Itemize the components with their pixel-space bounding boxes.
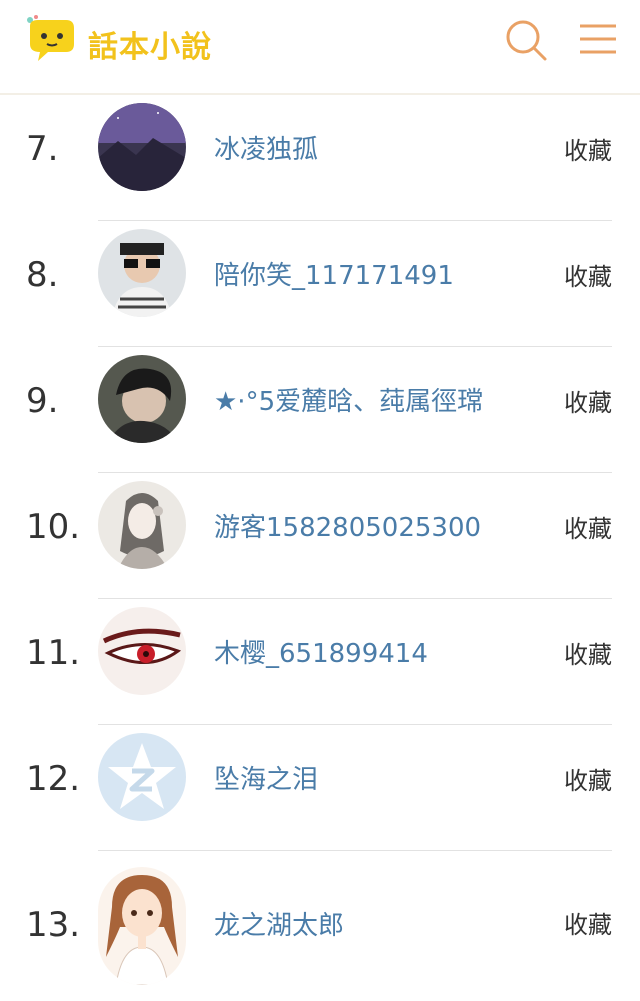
rank-number: 9. bbox=[26, 381, 59, 421]
rank-number: 13. bbox=[26, 905, 81, 945]
list-item[interactable]: 7. 冰凌独孤 收藏 bbox=[0, 95, 640, 221]
favorite-action[interactable]: 收藏 bbox=[564, 383, 612, 418]
rank-number: 11. bbox=[26, 633, 81, 673]
avatar[interactable] bbox=[98, 481, 186, 569]
avatar[interactable] bbox=[98, 607, 186, 695]
rank-number: 12. bbox=[26, 759, 81, 799]
favorites-ranking-list: 7. 冰凌独孤 收藏 8. 陪你笑_117171491 收藏 9. ★·°5爱麓… bbox=[0, 95, 640, 1001]
list-item[interactable]: 9. ★·°5爱麓晗、莼属徑瑺 收藏 bbox=[0, 347, 640, 473]
user-name-link[interactable]: 坠海之泪 bbox=[214, 759, 318, 796]
favorite-action[interactable]: 收藏 bbox=[564, 509, 612, 544]
user-name-link[interactable]: 冰凌独孤 bbox=[214, 129, 318, 166]
favorite-action[interactable]: 收藏 bbox=[564, 635, 612, 670]
list-item[interactable]: 13. 龙之湖太郎 收藏 bbox=[0, 851, 640, 1001]
avatar[interactable] bbox=[98, 229, 186, 317]
brand-title: 話本小說 bbox=[88, 30, 212, 65]
favorite-action[interactable]: 收藏 bbox=[564, 905, 612, 940]
avatar[interactable] bbox=[98, 733, 186, 821]
list-item[interactable]: 8. 陪你笑_117171491 收藏 bbox=[0, 221, 640, 347]
user-name-link[interactable]: 龙之湖太郎 bbox=[214, 905, 344, 942]
avatar[interactable] bbox=[98, 355, 186, 443]
user-name-link[interactable]: 游客1582805025300 bbox=[214, 507, 481, 544]
rank-number: 7. bbox=[26, 129, 59, 169]
rank-number: 10. bbox=[26, 507, 81, 547]
avatar[interactable] bbox=[98, 867, 186, 985]
user-name-link[interactable]: ★·°5爱麓晗、莼属徑瑺 bbox=[214, 381, 483, 418]
favorite-action[interactable]: 收藏 bbox=[564, 131, 612, 166]
avatar[interactable] bbox=[98, 103, 186, 191]
list-item[interactable]: 12. 坠海之泪 收藏 bbox=[0, 725, 640, 851]
favorite-action[interactable]: 收藏 bbox=[564, 761, 612, 796]
favorite-action[interactable]: 收藏 bbox=[564, 257, 612, 292]
rank-number: 8. bbox=[26, 255, 59, 295]
list-item[interactable]: 10. 游客1582805025300 收藏 bbox=[0, 473, 640, 599]
list-item[interactable]: 11. 木樱_651899414 收藏 bbox=[0, 599, 640, 725]
search-icon[interactable] bbox=[504, 18, 548, 62]
user-name-link[interactable]: 木樱_651899414 bbox=[214, 633, 428, 670]
app-header: 話本小說 bbox=[0, 0, 640, 95]
menu-icon[interactable] bbox=[578, 22, 618, 56]
user-name-link[interactable]: 陪你笑_117171491 bbox=[214, 255, 454, 292]
app-logo-icon[interactable] bbox=[22, 14, 82, 66]
